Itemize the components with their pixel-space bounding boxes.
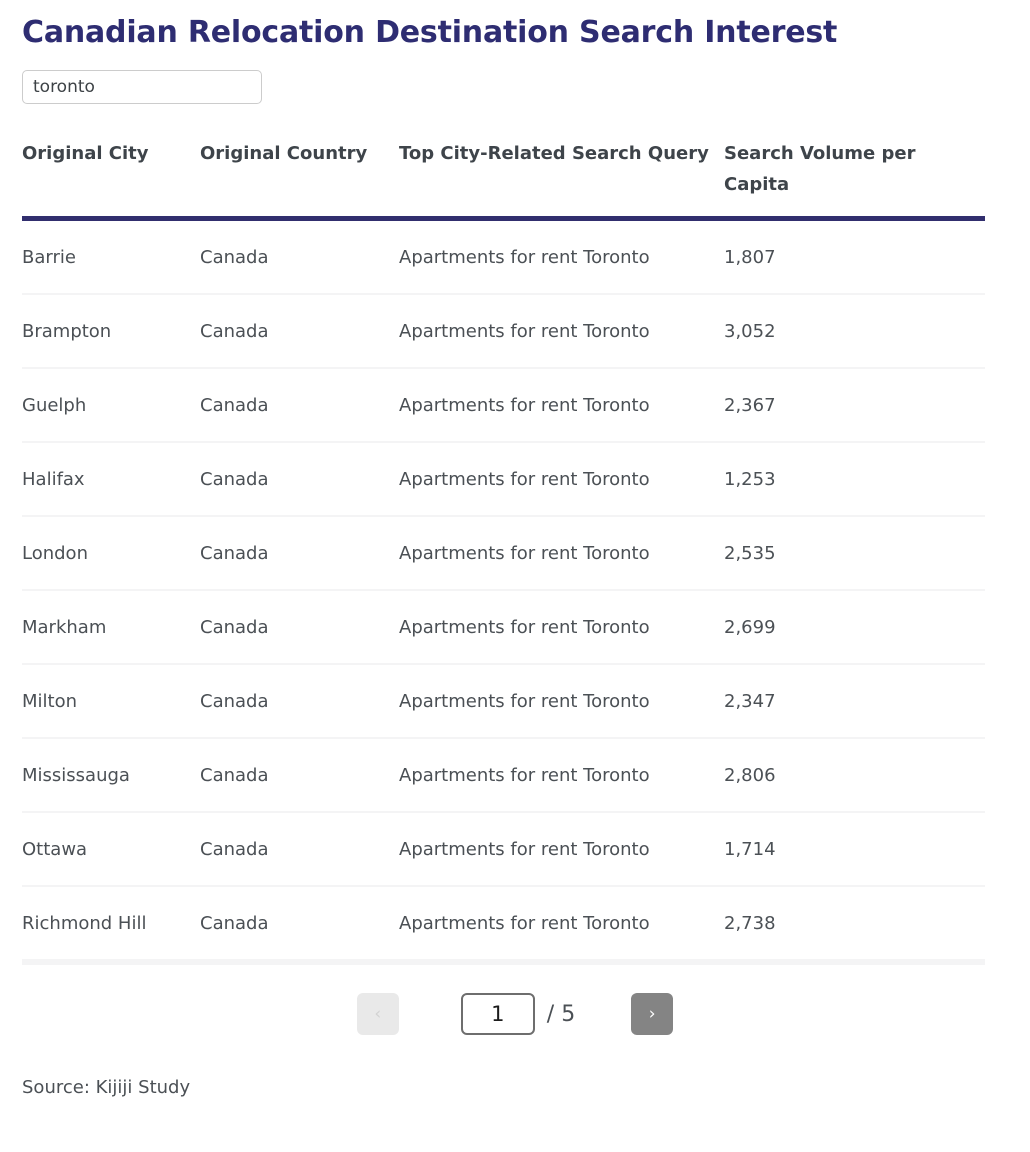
cell-top-query: Apartments for rent Toronto (399, 738, 724, 813)
cell-original-city: London (22, 516, 200, 591)
column-header-search-volume[interactable]: Search Volume per Capita (724, 130, 985, 221)
page-number-input[interactable] (460, 993, 535, 1035)
search-input[interactable] (22, 70, 262, 104)
pagination: ‹ / 5 › (0, 993, 1030, 1035)
cell-original-country: Canada (200, 664, 399, 739)
cell-search-volume: 2,535 (724, 516, 985, 591)
cell-search-volume: 1,253 (724, 442, 985, 517)
cell-top-query: Apartments for rent Toronto (399, 516, 724, 591)
cell-search-volume: 1,714 (724, 812, 985, 887)
column-header-top-query[interactable]: Top City-Related Search Query (399, 130, 724, 221)
cell-top-query: Apartments for rent Toronto (399, 294, 724, 369)
cell-search-volume: 2,367 (724, 368, 985, 443)
cell-original-city: Guelph (22, 368, 200, 443)
table-header: Original City Original Country Top City-… (22, 130, 985, 221)
cell-original-country: Canada (200, 442, 399, 517)
column-header-label: Top City-Related Search Query (399, 143, 709, 164)
table-row: Halifax Canada Apartments for rent Toron… (22, 442, 985, 517)
cell-search-volume: 2,347 (724, 664, 985, 739)
table-header-row: Original City Original Country Top City-… (22, 130, 985, 221)
cell-original-city: Ottawa (22, 812, 200, 887)
cell-search-volume: 1,807 (724, 218, 985, 295)
column-header-label: Original Country (200, 143, 368, 164)
chevron-left-icon: ‹ (374, 1003, 382, 1024)
table-row: Ottawa Canada Apartments for rent Toront… (22, 812, 985, 887)
source-note: Source: Kijiji Study (22, 1077, 191, 1098)
cell-original-country: Canada (200, 516, 399, 591)
cell-original-city: Halifax (22, 442, 200, 517)
cell-original-city: Brampton (22, 294, 200, 369)
table-row: Barrie Canada Apartments for rent Toront… (22, 218, 985, 295)
cell-search-volume: 3,052 (724, 294, 985, 369)
cell-search-volume: 2,699 (724, 590, 985, 665)
data-table: Original City Original Country Top City-… (22, 130, 985, 965)
cell-original-country: Canada (200, 294, 399, 369)
table-region: Original City Original Country Top City-… (0, 130, 1030, 965)
cell-top-query: Apartments for rent Toronto (399, 442, 724, 517)
cell-top-query: Apartments for rent Toronto (399, 886, 724, 965)
cell-original-city: Barrie (22, 218, 200, 295)
column-header-original-city[interactable]: Original City (22, 130, 200, 221)
cell-top-query: Apartments for rent Toronto (399, 218, 724, 295)
cell-original-city: Milton (22, 664, 200, 739)
table-row: Richmond Hill Canada Apartments for rent… (22, 886, 985, 965)
cell-top-query: Apartments for rent Toronto (399, 812, 724, 887)
cell-original-city: Markham (22, 590, 200, 665)
page-title: Canadian Relocation Destination Search I… (22, 15, 838, 50)
total-pages-label: / 5 (546, 1001, 576, 1027)
table-row: Markham Canada Apartments for rent Toron… (22, 590, 985, 665)
cell-top-query: Apartments for rent Toronto (399, 664, 724, 739)
cell-original-city: Mississauga (22, 738, 200, 813)
cell-original-city: Richmond Hill (22, 886, 200, 965)
column-header-label: Search Volume per Capita (724, 143, 916, 195)
cell-original-country: Canada (200, 590, 399, 665)
column-header-original-country[interactable]: Original Country (200, 130, 399, 221)
chevron-right-icon: › (648, 1003, 656, 1024)
column-header-label: Original City (22, 143, 149, 164)
cell-original-country: Canada (200, 738, 399, 813)
table-body: Barrie Canada Apartments for rent Toront… (22, 218, 985, 965)
cell-original-country: Canada (200, 812, 399, 887)
table-row: Milton Canada Apartments for rent Toront… (22, 664, 985, 739)
cell-search-volume: 2,806 (724, 738, 985, 813)
table-row: Mississauga Canada Apartments for rent T… (22, 738, 985, 813)
page-root: Canadian Relocation Destination Search I… (0, 0, 1030, 1152)
cell-top-query: Apartments for rent Toronto (399, 368, 724, 443)
cell-original-country: Canada (200, 218, 399, 295)
cell-original-country: Canada (200, 886, 399, 965)
next-page-button[interactable]: › (631, 993, 674, 1035)
cell-original-country: Canada (200, 368, 399, 443)
cell-top-query: Apartments for rent Toronto (399, 590, 724, 665)
cell-search-volume: 2,738 (724, 886, 985, 965)
previous-page-button[interactable]: ‹ (356, 993, 399, 1035)
table-row: Guelph Canada Apartments for rent Toront… (22, 368, 985, 443)
table-row: London Canada Apartments for rent Toront… (22, 516, 985, 591)
table-row: Brampton Canada Apartments for rent Toro… (22, 294, 985, 369)
search-area (0, 52, 1030, 104)
